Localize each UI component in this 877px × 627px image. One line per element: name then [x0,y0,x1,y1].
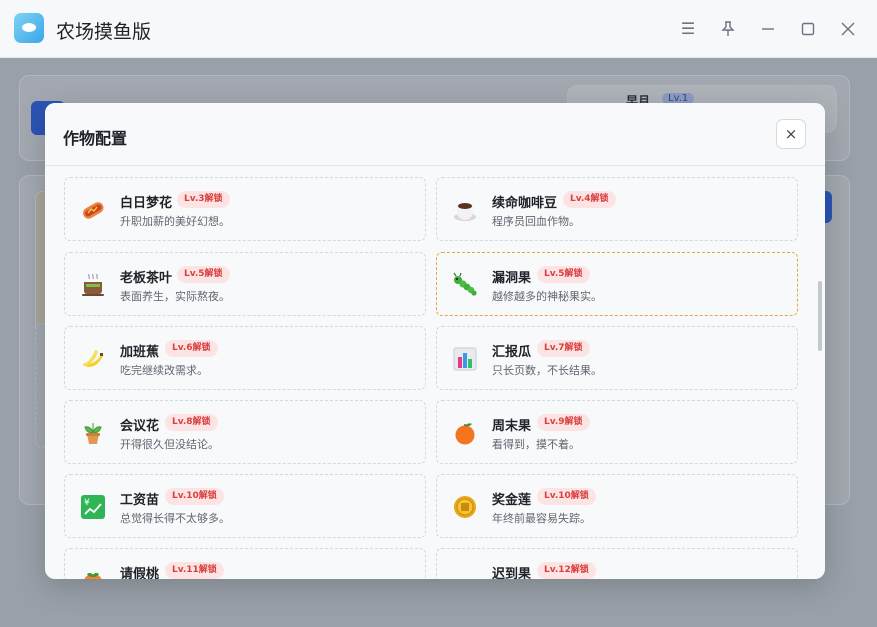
modal-close-button[interactable]: × [776,119,806,149]
crop-name: 加班蕉 [120,345,160,360]
crop-description: 看得到，摸不着。 [492,438,580,451]
crop-card[interactable]: 续命咖啡豆 Lv.4解锁 程序员回血作物。 [436,177,798,241]
pin-icon[interactable] [716,17,740,41]
crop-card-selected[interactable]: 漏洞果 Lv.5解锁 越修越多的神秘果实。 [436,252,798,316]
peach-icon [79,567,107,579]
yen-chart-icon: ¥ [79,493,107,521]
modal-body: 白日梦花 Lv.3解锁 升职加薪的美好幻想。 续命咖啡豆 Lv.4解锁 程序员回… [45,167,825,579]
unlock-badge: Lv.9解锁 [537,414,590,431]
crop-card[interactable]: 汇报瓜 Lv.7解锁 只长页数，不长结果。 [436,326,798,390]
crop-card[interactable]: 白日梦花 Lv.3解锁 升职加薪的美好幻想。 [64,177,426,241]
crop-name: 奖金莲 [492,493,532,508]
crop-card[interactable]: 加班蕉 Lv.6解锁 吃完继续改需求。 [64,326,426,390]
svg-text:¥: ¥ [84,498,90,508]
modal-header: 作物配置 × [45,103,825,166]
maximize-icon[interactable] [796,17,820,41]
menu-icon[interactable]: ☰ [676,17,700,41]
unlock-badge: Lv.11解锁 [165,562,224,579]
unlock-badge: Lv.4解锁 [563,191,616,208]
bug-icon [451,271,479,299]
crop-description: 越修越多的神秘果实。 [492,290,602,303]
unlock-badge: Lv.12解锁 [537,562,596,579]
unlock-badge: Lv.5解锁 [177,266,230,283]
coin-icon [451,493,479,521]
unlock-badge: Lv.8解锁 [165,414,218,431]
crop-name: 漏洞果 [492,271,532,286]
crop-card[interactable]: 会议花 Lv.8解锁 开得很久但没结论。 [64,400,426,464]
hotdog-icon [79,196,107,224]
banana-icon [79,345,107,373]
crop-name: 续命咖啡豆 [492,196,558,211]
crop-description: 表面养生，实际熬夜。 [120,290,230,303]
crop-description: 程序员回血作物。 [492,215,580,228]
unlock-badge: Lv.10解锁 [165,488,224,505]
orange-icon [451,419,479,447]
crop-description: 升职加薪的美好幻想。 [120,215,230,228]
crop-card[interactable]: 请假桃 Lv.11解锁 [64,548,426,579]
modal-title: 作物配置 [63,129,128,148]
crop-name: 请假桃 [120,567,160,579]
crop-name: 迟到果 [492,567,532,579]
crop-name: 白日梦花 [120,196,173,211]
crop-card[interactable]: 老板茶叶 Lv.5解锁 表面养生，实际熬夜。 [64,252,426,316]
unlock-badge: Lv.10解锁 [537,488,596,505]
crop-description: 吃完继续改需求。 [120,364,208,377]
crop-card[interactable]: ¥ 工资苗 Lv.10解锁 总觉得长得不太够多。 [64,474,426,538]
app-title: 农场摸鱼版 [56,21,152,43]
unlock-badge: Lv.5解锁 [537,266,590,283]
crop-description: 只长页数，不长结果。 [492,364,602,377]
bar-chart-icon [451,345,479,373]
crop-description: 开得很久但没结论。 [120,438,219,451]
coffee-cup-icon [451,196,479,224]
crop-description: 年终前最容易失踪。 [492,512,591,525]
crop-description: 总觉得长得不太够多。 [120,512,230,525]
unlock-badge: Lv.3解锁 [177,191,230,208]
crop-name: 周末果 [492,419,532,434]
unlock-badge: Lv.6解锁 [165,340,218,357]
crop-card[interactable]: 奖金莲 Lv.10解锁 年终前最容易失踪。 [436,474,798,538]
crop-card[interactable]: 迟到果 Lv.12解锁 [436,548,798,579]
unlock-badge: Lv.7解锁 [537,340,590,357]
crop-name: 汇报瓜 [492,345,532,360]
tea-cup-icon [79,271,107,299]
leaf-icon [451,567,479,579]
app-fish-icon [14,13,44,43]
modal-scrollbar[interactable] [818,281,822,351]
potted-plant-icon [79,419,107,447]
crop-name: 工资苗 [120,493,160,508]
crop-name: 老板茶叶 [120,271,173,286]
close-window-icon[interactable] [836,17,860,41]
crop-card[interactable]: 周末果 Lv.9解锁 看得到，摸不着。 [436,400,798,464]
crop-name: 会议花 [120,419,160,434]
crop-config-modal: 作物配置 × 白日梦花 Lv.3解锁 升职加薪的美好幻想。 续命咖啡豆 Lv.4… [45,103,825,579]
minimize-icon[interactable] [756,17,780,41]
title-bar: 农场摸鱼版 ☰ [0,0,877,58]
